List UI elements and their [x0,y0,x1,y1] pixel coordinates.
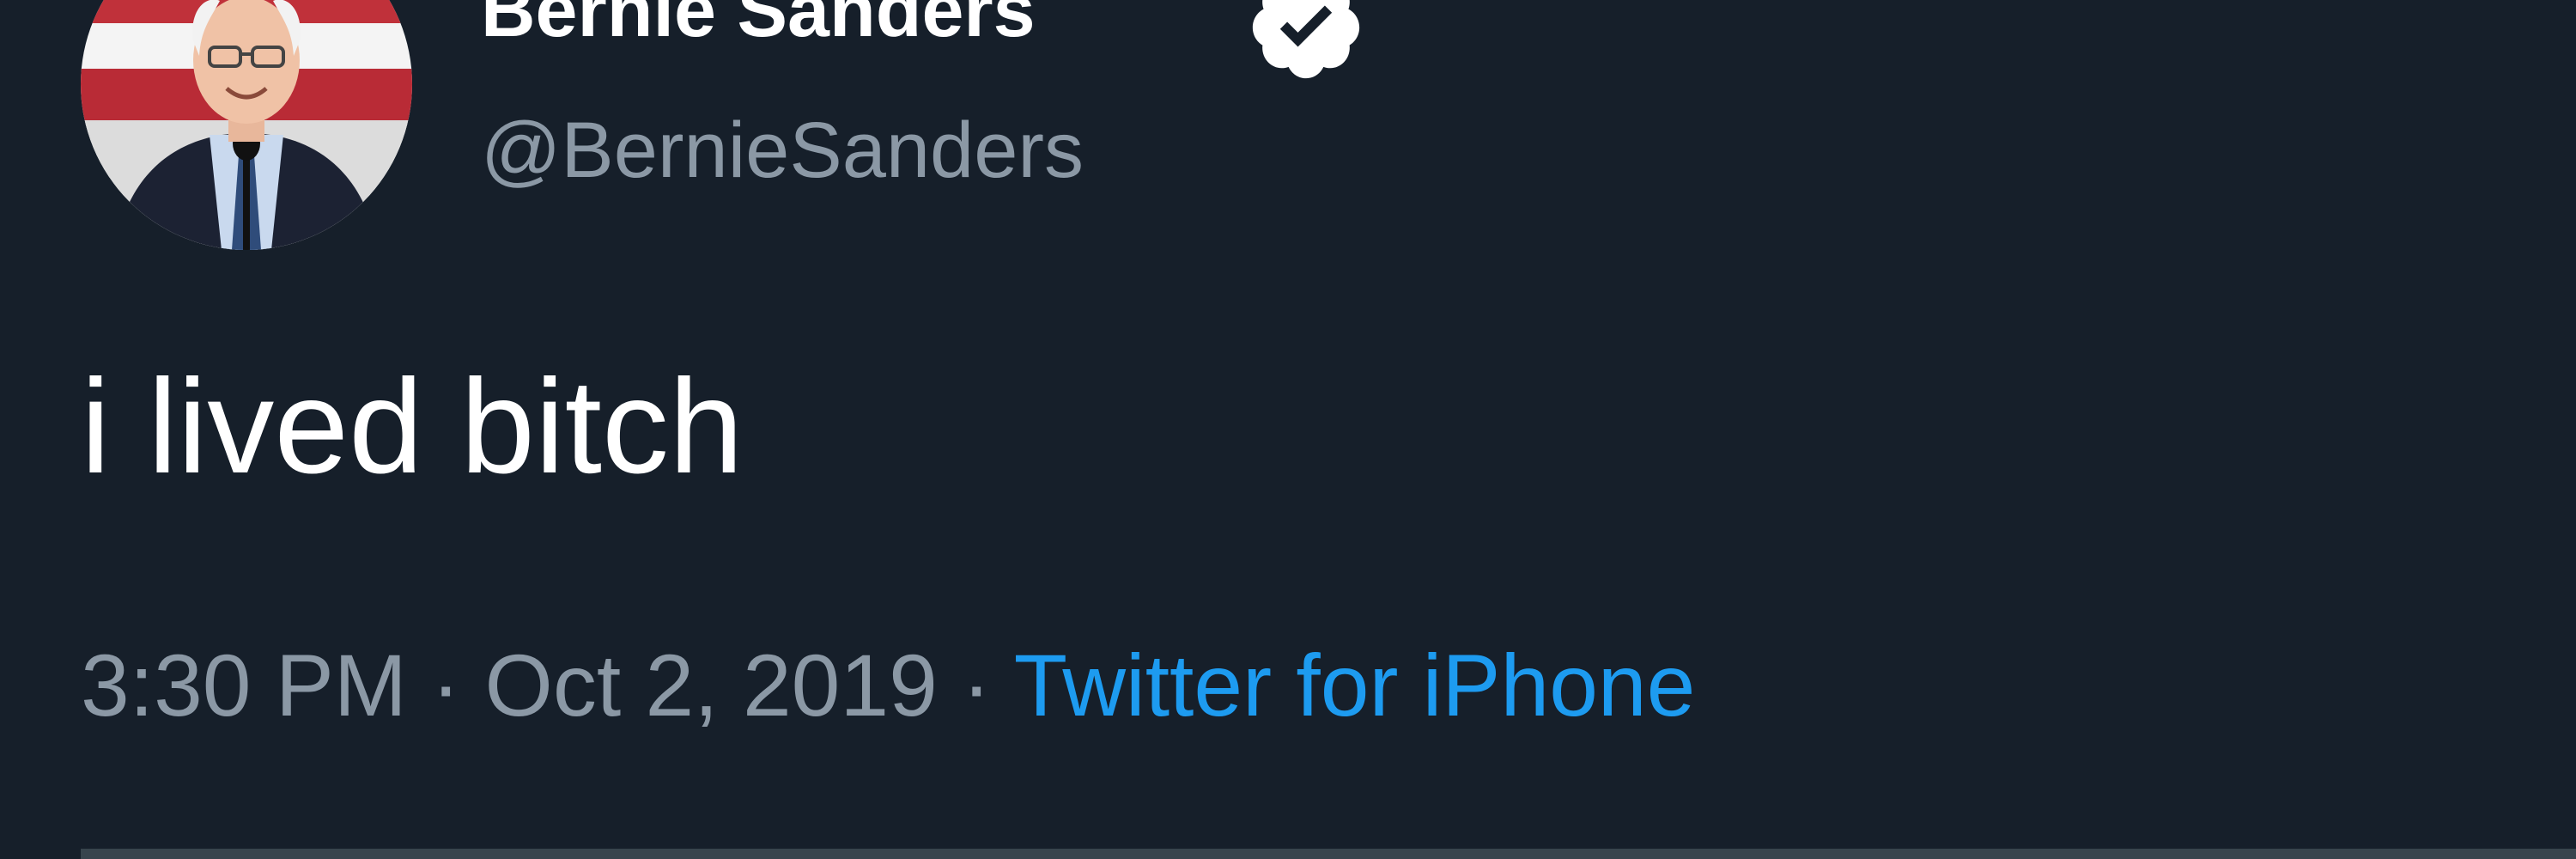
tweet-time[interactable]: 3:30 PM [81,637,407,734]
tweet-source-link[interactable]: Twitter for iPhone [1014,637,1696,734]
meta-separator: · [937,637,1014,734]
meta-separator: · [406,637,485,734]
tweet-metadata: 3:30 PM · Oct 2, 2019 · Twitter for iPho… [81,638,1695,733]
profile-photo-icon [81,0,412,250]
verified-badge-icon [1252,0,1360,79]
tweet-date[interactable]: Oct 2, 2019 [485,637,938,734]
tweet-card: Bernie Sanders @BernieSanders i lived bi… [0,0,2576,859]
author-display-name[interactable]: Bernie Sanders [481,0,1036,48]
tweet-text: i lived bitch [81,352,744,502]
avatar[interactable] [81,0,412,250]
author-handle[interactable]: @BernieSanders [481,107,1084,193]
divider [81,849,2576,859]
